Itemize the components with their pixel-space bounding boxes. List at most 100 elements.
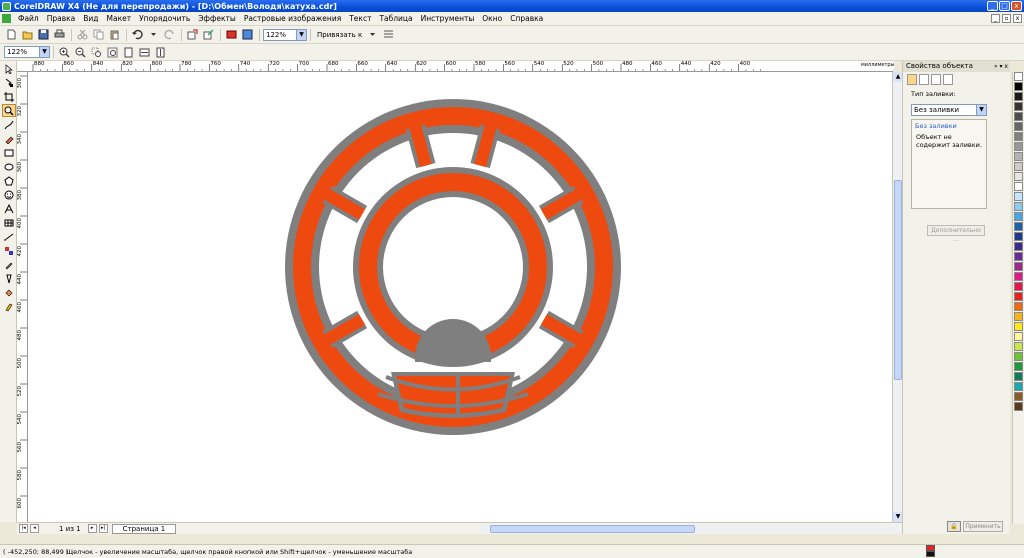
palette-swatch[interactable] [1014, 142, 1023, 151]
palette-swatch[interactable] [1014, 242, 1023, 251]
doc-restore-button[interactable]: ▫ [1002, 14, 1011, 23]
horizontal-scrollbar[interactable] [480, 525, 905, 533]
palette-swatch[interactable] [1014, 92, 1023, 101]
fill-tool[interactable] [2, 286, 16, 299]
zoom-to-selected-button[interactable] [89, 45, 103, 59]
previous-page-icon[interactable]: ◂ [30, 524, 39, 533]
dimension-tool[interactable] [2, 230, 16, 243]
shape-tool[interactable] [2, 76, 16, 89]
menu-view[interactable]: Вид [79, 14, 102, 23]
undo-button[interactable] [130, 28, 144, 42]
zoom-in-button[interactable] [57, 45, 71, 59]
center-hole[interactable] [383, 197, 523, 337]
menu-table[interactable]: Таблица [375, 14, 416, 23]
palette-swatch[interactable] [1014, 82, 1023, 91]
palette-swatch[interactable] [1014, 112, 1023, 121]
palette-swatch[interactable] [1014, 192, 1023, 201]
save-button[interactable] [36, 28, 50, 42]
palette-swatch[interactable] [1014, 102, 1023, 111]
palette-swatch[interactable] [1014, 382, 1023, 391]
freehand-tool[interactable] [2, 118, 16, 131]
zoom-levels-combo-2[interactable]: 122% ▼ [4, 46, 50, 58]
docker-close-icon[interactable]: » ▾ x [994, 61, 1008, 72]
menu-layout[interactable]: Макет [103, 14, 136, 23]
palette-swatch[interactable] [1014, 322, 1023, 331]
palette-swatch[interactable] [1014, 222, 1023, 231]
polygon-tool[interactable] [2, 174, 16, 187]
palette-swatch[interactable] [1014, 152, 1023, 161]
more-button[interactable]: Дополнительно ... [927, 225, 985, 243]
zoom-to-all-objects-button[interactable] [105, 45, 119, 59]
vertical-scroll-thumb[interactable] [894, 180, 902, 380]
palette-swatch[interactable] [1014, 72, 1023, 81]
palette-swatch[interactable] [1014, 302, 1023, 311]
smart-fill-tool[interactable] [2, 132, 16, 145]
palette-swatch[interactable] [1014, 352, 1023, 361]
add-page-icon[interactable]: ▸| [98, 524, 108, 533]
drawing-canvas[interactable] [28, 72, 892, 522]
zoom-tool[interactable] [2, 104, 16, 117]
eyedropper-tool[interactable] [2, 258, 16, 271]
apply-button[interactable]: Применить [963, 521, 1003, 532]
outline-tab[interactable] [919, 73, 929, 85]
doc-close-button[interactable]: x [1013, 14, 1022, 23]
interactive-blend-tool[interactable] [2, 244, 16, 257]
undo-dropdown-icon[interactable] [146, 28, 160, 42]
copy-button[interactable] [91, 28, 105, 42]
interactive-fill-tool[interactable] [2, 300, 16, 313]
palette-swatch[interactable] [1014, 312, 1023, 321]
snap-to-label[interactable]: Привязать к [317, 31, 362, 39]
minimize-button[interactable]: _ [987, 1, 998, 11]
print-button[interactable] [52, 28, 66, 42]
menu-text[interactable]: Текст [345, 14, 375, 23]
open-button[interactable] [20, 28, 34, 42]
zoom-to-page-width-button[interactable] [137, 45, 151, 59]
redo-button[interactable] [162, 28, 176, 42]
palette-swatch[interactable] [1014, 132, 1023, 141]
application-launcher-button[interactable] [224, 28, 238, 42]
palette-swatch[interactable] [1014, 232, 1023, 241]
outline-color-indicator[interactable] [926, 551, 935, 557]
palette-swatch[interactable] [1014, 122, 1023, 131]
horizontal-ruler[interactable]: 880 860 840 820 800 780 760 740 720 700 680 660 640 6… [17, 61, 893, 72]
palette-swatch[interactable] [1014, 372, 1023, 381]
palette-swatch[interactable] [1014, 162, 1023, 171]
snap-dropdown-icon[interactable] [365, 28, 379, 42]
zoom-to-page-height-button[interactable] [153, 45, 167, 59]
fill-tab[interactable] [907, 73, 917, 85]
palette-swatch[interactable] [1014, 252, 1023, 261]
fill-type-select[interactable]: Без заливки ▼ [911, 104, 987, 116]
palette-swatch[interactable] [1014, 362, 1023, 371]
zoom-out-button[interactable] [73, 45, 87, 59]
vertical-scrollbar[interactable]: ▲ ▼ [892, 72, 903, 522]
crop-tool[interactable] [2, 90, 16, 103]
menu-arrange[interactable]: Упорядочить [135, 14, 194, 23]
pick-tool[interactable] [2, 62, 16, 75]
general-tab[interactable] [931, 73, 941, 85]
palette-swatch[interactable] [1014, 182, 1023, 191]
document-icon[interactable] [2, 14, 11, 23]
page-tab[interactable]: Страница 1 [111, 523, 177, 534]
palette-swatch[interactable] [1014, 282, 1023, 291]
palette-swatch[interactable] [1014, 292, 1023, 301]
first-page-icon[interactable]: |◂ [19, 524, 28, 533]
doc-minimize-button[interactable]: _ [991, 14, 1000, 23]
zoom-levels-combo[interactable]: 122% ▼ [263, 28, 307, 41]
menu-bitmaps[interactable]: Растровые изображения [240, 14, 345, 23]
horizontal-scroll-thumb[interactable] [490, 525, 695, 533]
maximize-button[interactable]: □ [999, 1, 1010, 11]
palette-swatch[interactable] [1014, 212, 1023, 221]
menu-file[interactable]: Файл [14, 14, 43, 23]
cut-button[interactable] [75, 28, 89, 42]
summary-tab[interactable] [943, 73, 953, 85]
lock-icon[interactable]: 🔒 [947, 521, 961, 532]
ellipse-tool[interactable] [2, 160, 16, 173]
palette-swatch[interactable] [1014, 202, 1023, 211]
text-tool[interactable] [2, 202, 16, 215]
palette-swatch[interactable] [1014, 262, 1023, 271]
import-button[interactable] [185, 28, 199, 42]
palette-swatch[interactable] [1014, 402, 1023, 411]
new-document-button[interactable] [4, 28, 18, 42]
vertical-ruler[interactable]: 300 320 340 360 380 400 420 440 460 480 500 520 540 5… [17, 72, 28, 522]
menu-help[interactable]: Справка [506, 14, 547, 23]
